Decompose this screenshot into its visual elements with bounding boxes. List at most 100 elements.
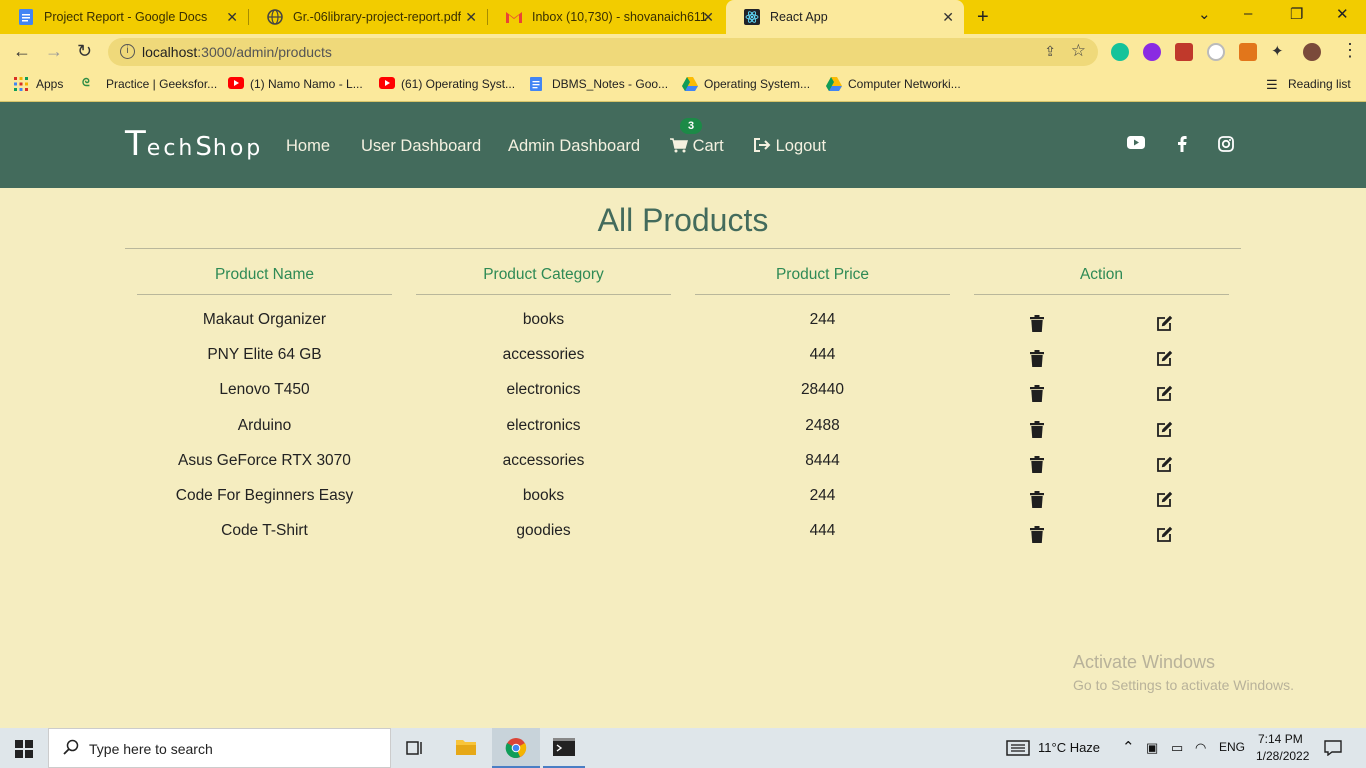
restore-icon[interactable]: ❐ xyxy=(1290,5,1303,23)
youtube-icon xyxy=(228,77,244,91)
trash-icon[interactable] xyxy=(1030,385,1050,405)
tab-gmail[interactable]: Inbox (10,730) - shovanaich611@ ✕ xyxy=(488,0,724,34)
bookmark-star-icon[interactable]: ☆ xyxy=(1071,41,1086,61)
share-icon[interactable]: ⇪ xyxy=(1044,43,1056,60)
nav-home-link[interactable]: Home xyxy=(286,137,330,156)
extension-white-icon[interactable] xyxy=(1207,43,1225,61)
bookmark-apps[interactable]: Apps xyxy=(14,77,63,91)
close-icon[interactable]: ✕ xyxy=(702,9,714,26)
extensions-puzzle-icon[interactable]: ✦ xyxy=(1271,42,1284,60)
instagram-icon[interactable] xyxy=(1218,136,1234,157)
facebook-icon[interactable] xyxy=(1177,136,1187,157)
nav-cart-link[interactable]: Cart xyxy=(670,137,724,156)
cell-product-name: Code T-Shirt xyxy=(221,522,308,540)
header-divider xyxy=(974,294,1229,295)
window-close-icon[interactable]: ✕ xyxy=(1336,5,1349,23)
close-icon[interactable]: ✕ xyxy=(226,9,238,26)
trash-icon[interactable] xyxy=(1030,350,1050,370)
gfg-icon: ᘓ xyxy=(82,77,90,89)
bookmark-operating-systems[interactable]: (61) Operating Syst... xyxy=(379,77,515,91)
trash-icon[interactable] xyxy=(1030,315,1050,335)
cell-product-price: 244 xyxy=(809,311,836,328)
grammarly-extension-icon[interactable] xyxy=(1111,43,1129,61)
language-indicator[interactable]: ENG xyxy=(1219,740,1245,754)
brand-logo[interactable]: TechShop xyxy=(125,124,263,164)
cell-product-name: Code For Beginners Easy xyxy=(175,487,354,504)
trash-icon[interactable] xyxy=(1030,491,1050,511)
edit-icon[interactable] xyxy=(1156,421,1176,441)
tab-search-chevron-icon[interactable]: ⌄ xyxy=(1198,5,1211,23)
extension-red-icon[interactable] xyxy=(1175,43,1193,61)
back-arrow-icon[interactable]: ← xyxy=(13,41,31,62)
column-header-product-category: Product Category xyxy=(483,266,604,283)
cell-product-name: PNY Elite 64 GB xyxy=(207,346,322,364)
weather-icon[interactable] xyxy=(1006,740,1030,761)
clock-time[interactable]: 7:14 PM xyxy=(1258,732,1303,746)
edit-icon[interactable] xyxy=(1156,350,1176,370)
weather-text[interactable]: 11°C Haze xyxy=(1038,740,1100,755)
close-icon[interactable]: ✕ xyxy=(942,9,954,26)
cell-product-category: electronics xyxy=(506,381,581,399)
cell-product-category: books xyxy=(522,311,565,328)
reading-list-button[interactable]: ☰ Reading list xyxy=(1266,77,1351,92)
tab-pdf[interactable]: Gr.-06library-project-report.pdf ✕ xyxy=(249,0,487,34)
profile-avatar[interactable] xyxy=(1303,43,1321,61)
edit-icon[interactable] xyxy=(1156,315,1176,335)
bookmark-label: (1) Namo Namo - L... xyxy=(250,77,363,91)
bookmark-geeksforgeeks[interactable]: ᘓ Practice | Geeksfor... xyxy=(82,77,217,91)
chrome-icon xyxy=(505,737,527,764)
url-path: :3000/admin/products xyxy=(197,44,332,60)
edit-icon[interactable] xyxy=(1156,491,1176,511)
extension-purple-icon[interactable] xyxy=(1143,43,1161,61)
cart-icon xyxy=(670,137,688,155)
tab-title: Project Report - Google Docs xyxy=(44,10,208,24)
tab-react-app[interactable]: React App ✕ xyxy=(726,0,964,34)
close-icon[interactable]: ✕ xyxy=(465,9,477,26)
gmail-icon xyxy=(506,9,522,25)
chrome-taskbar-button[interactable] xyxy=(492,728,540,768)
edit-icon[interactable] xyxy=(1156,526,1176,546)
bookmark-operating-system-drive[interactable]: Operating System... xyxy=(682,77,810,91)
minimize-icon[interactable]: – xyxy=(1244,5,1252,22)
terminal-taskbar-button[interactable] xyxy=(543,728,585,768)
trash-icon[interactable] xyxy=(1030,526,1050,546)
bookmark-dbms-notes[interactable]: DBMS_Notes - Goo... xyxy=(530,77,668,91)
nav-admin-dashboard-link[interactable]: Admin Dashboard xyxy=(508,137,640,156)
edit-icon[interactable] xyxy=(1156,385,1176,405)
edit-icon[interactable] xyxy=(1156,456,1176,476)
bookmark-label: (61) Operating Syst... xyxy=(401,77,516,91)
nav-user-dashboard-link[interactable]: User Dashboard xyxy=(361,137,481,156)
nav-logout-link[interactable]: Logout xyxy=(753,137,826,156)
menu-dots-icon[interactable]: ⋮ xyxy=(1341,40,1359,61)
clock-date[interactable]: 1/28/2022 xyxy=(1256,749,1309,763)
task-view-icon[interactable] xyxy=(406,739,424,762)
bookmark-computer-networking[interactable]: Computer Networki... xyxy=(826,77,961,91)
tab-google-docs[interactable]: Project Report - Google Docs ✕ xyxy=(0,0,248,34)
site-info-icon[interactable]: i xyxy=(120,44,135,59)
file-explorer-icon[interactable] xyxy=(455,737,477,762)
search-placeholder: Type here to search xyxy=(89,741,213,757)
globe-icon xyxy=(267,9,283,25)
battery-icon[interactable]: ▭ xyxy=(1171,740,1183,756)
forward-arrow-icon[interactable]: → xyxy=(45,41,63,62)
app-navbar: TechShop Home User Dashboard Admin Dashb… xyxy=(0,102,1366,188)
metamask-fox-icon[interactable] xyxy=(1239,43,1257,61)
new-tab-plus-icon[interactable]: + xyxy=(977,6,989,29)
trash-icon[interactable] xyxy=(1030,455,1050,476)
cell-product-category: accessories xyxy=(502,346,585,364)
meet-now-icon[interactable]: ▣ xyxy=(1146,740,1158,756)
cell-product-name: Asus GeForce RTX 3070 xyxy=(178,451,351,469)
address-bar[interactable]: i localhost:3000/admin/products ⇪ ☆ xyxy=(108,38,1098,66)
url-text[interactable]: localhost:3000/admin/products xyxy=(142,44,332,60)
chevron-up-icon[interactable]: ⌃ xyxy=(1122,738,1135,756)
apps-grid-icon xyxy=(14,77,28,91)
reload-icon[interactable]: ↻ xyxy=(77,41,92,62)
bookmark-namo-namo[interactable]: (1) Namo Namo - L... xyxy=(228,77,363,91)
youtube-icon[interactable] xyxy=(1127,136,1145,154)
wifi-icon[interactable]: ◠ xyxy=(1195,740,1206,756)
bookmarks-bar: Apps ᘓ Practice | Geeksfor... (1) Namo N… xyxy=(0,70,1366,102)
notifications-icon[interactable] xyxy=(1324,740,1342,761)
trash-icon[interactable] xyxy=(1030,420,1050,441)
taskbar-search-input[interactable]: Type here to search xyxy=(48,728,391,768)
windows-start-icon[interactable] xyxy=(15,740,33,763)
